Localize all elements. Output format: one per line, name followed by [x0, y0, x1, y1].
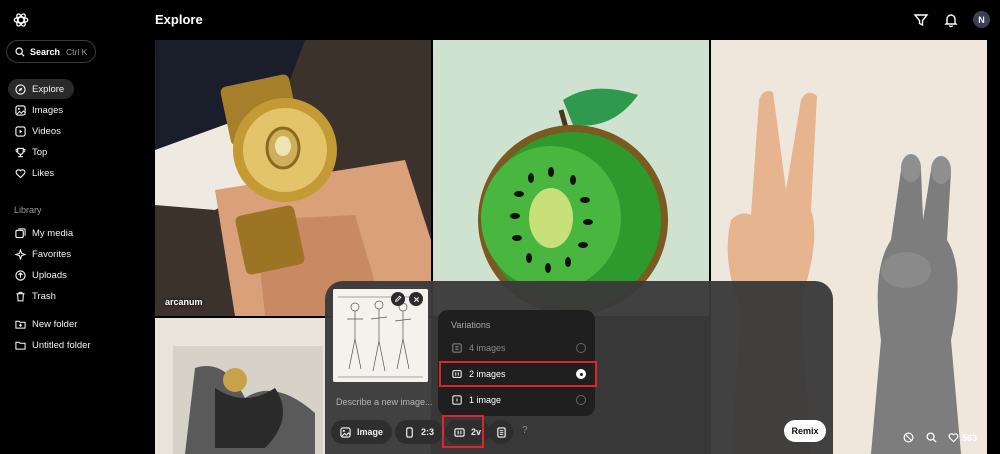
folder-plus-icon — [14, 318, 26, 330]
sidebar-item-untitled-folder[interactable]: Untitled folder — [8, 335, 101, 355]
image-tile-watch[interactable]: arcanum — [155, 40, 431, 316]
sidebar-item-label: New folder — [32, 318, 78, 330]
sidebar-item-label: Uploads — [32, 269, 67, 281]
radio-button[interactable] — [576, 395, 586, 405]
edit-thumbnail-button[interactable] — [391, 292, 405, 306]
search-icon — [15, 46, 25, 57]
search-shortcut: Ctrl K — [66, 46, 88, 57]
aspect-label: 2:3 — [421, 427, 435, 437]
avatar[interactable]: N — [973, 11, 990, 28]
prompt-input[interactable]: Describe a new image... — [336, 397, 433, 407]
variation-option-4[interactable]: 4 images — [441, 337, 595, 359]
sidebar-item-uploads[interactable]: Uploads — [8, 265, 77, 285]
aspect-ratio-button[interactable]: 2:3 — [395, 420, 444, 444]
trophy-icon — [14, 146, 26, 158]
sparkle-icon — [14, 248, 26, 260]
sidebar-item-my-media[interactable]: My media — [8, 223, 83, 243]
pencil-icon — [394, 295, 402, 303]
trash-icon — [14, 290, 26, 302]
tile-caption: arcanum — [165, 297, 203, 307]
help-button[interactable]: ? — [522, 425, 528, 436]
sidebar-item-label: Top — [32, 146, 48, 158]
variation-option-1[interactable]: 1 image — [441, 389, 595, 411]
sidebar-item-videos[interactable]: Videos — [8, 121, 71, 141]
sidebar-item-trash[interactable]: Trash — [8, 286, 66, 306]
zoom-icon[interactable] — [926, 432, 937, 443]
option-label: 4 images — [469, 343, 506, 353]
sidebar: Search Ctrl K Explore Images Videos Top … — [0, 0, 140, 454]
openai-logo-icon[interactable] — [12, 11, 30, 29]
bell-icon[interactable] — [943, 12, 959, 28]
sidebar-item-explore[interactable]: Explore — [8, 79, 75, 99]
remove-thumbnail-button[interactable] — [409, 292, 423, 306]
sidebar-item-likes[interactable]: Likes — [8, 163, 64, 183]
compass-icon — [14, 83, 26, 95]
sidebar-item-images[interactable]: Images — [8, 100, 73, 120]
sidebar-item-label: Likes — [32, 167, 55, 179]
option-label: 1 image — [469, 395, 502, 405]
image-tile-kiwi[interactable] — [433, 40, 709, 316]
type-selector-button[interactable]: Image — [331, 420, 393, 444]
heart-icon[interactable] — [948, 432, 959, 443]
hide-icon[interactable] — [903, 432, 914, 443]
popover-title: Variations — [451, 320, 491, 330]
portrait-ratio-icon — [404, 426, 415, 438]
sidebar-item-label: My media — [32, 227, 74, 239]
media-icon — [14, 227, 26, 239]
heart-icon — [14, 167, 26, 179]
highlight-box-variations — [442, 415, 484, 448]
search-label: Search — [30, 46, 61, 57]
image-icon — [14, 104, 26, 116]
sidebar-item-label: Explore — [32, 83, 65, 95]
image-icon — [340, 426, 351, 438]
radio-button[interactable] — [576, 343, 586, 353]
sidebar-item-label: Videos — [32, 125, 61, 137]
highlight-box-option — [439, 361, 597, 387]
sidebar-item-label: Favorites — [32, 248, 72, 260]
close-icon — [413, 296, 419, 302]
sidebar-item-label: Images — [32, 104, 64, 116]
folder-icon — [14, 339, 26, 351]
grid-four-icon — [452, 343, 462, 353]
presets-icon — [496, 426, 507, 438]
sidebar-item-label: Untitled folder — [32, 339, 91, 351]
library-heading: Library — [14, 205, 42, 215]
kiwi-apple-image — [433, 40, 709, 316]
presets-button[interactable] — [489, 420, 513, 444]
remix-button[interactable]: Remix — [784, 420, 826, 442]
sidebar-item-label: Trash — [32, 290, 56, 302]
search-button[interactable]: Search Ctrl K — [6, 40, 96, 63]
upload-icon — [14, 269, 26, 281]
filter-icon[interactable] — [913, 12, 929, 28]
watch-image — [155, 40, 431, 316]
video-icon — [14, 125, 26, 137]
single-image-icon — [452, 395, 462, 405]
sidebar-item-top[interactable]: Top — [8, 142, 57, 162]
sidebar-item-favorites[interactable]: Favorites — [8, 244, 81, 264]
sidebar-item-new-folder[interactable]: New folder — [8, 314, 87, 334]
likes-count: 563 — [962, 433, 978, 443]
page-title: Explore — [155, 12, 203, 27]
type-label: Image — [357, 427, 384, 437]
